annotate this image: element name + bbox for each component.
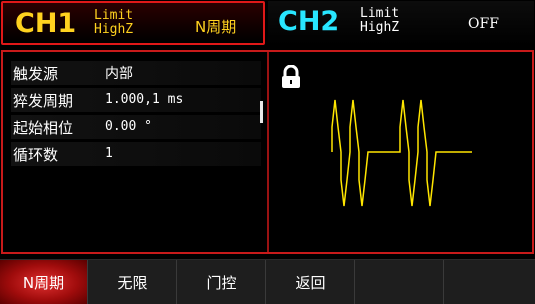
menu-item-infinite[interactable]: 无限 — [89, 260, 177, 304]
ch1-impedance-text: HighZ — [94, 22, 134, 37]
menu-item-label: 无限 — [117, 274, 148, 292]
ch1-limit-text: Limit — [94, 8, 134, 23]
param-row-cycles[interactable]: 循环数 1 — [11, 142, 261, 166]
param-label: 起始相位 — [13, 119, 74, 137]
ch2-limit-text: Limit — [360, 6, 400, 21]
param-row-burst-period[interactable]: 猝发周期 1.000,1 ms — [11, 88, 261, 112]
param-row-start-phase[interactable]: 起始相位 0.00 ° — [11, 115, 261, 139]
ch1-label: CH1 — [15, 8, 77, 39]
param-label: 猝发周期 — [13, 92, 74, 110]
burst-waveform — [331, 99, 472, 207]
menu-item-label: 门控 — [206, 274, 237, 292]
menu-item-empty-6[interactable] — [445, 260, 535, 304]
main-panel: 触发源 内部 猝发周期 1.000,1 ms 起始相位 0.00 ° 循环数 1 — [1, 50, 534, 254]
param-label: 触发源 — [13, 65, 59, 83]
waveform-trace — [331, 99, 472, 207]
menu-item-return[interactable]: 返回 — [267, 260, 355, 304]
param-row-trigger-source[interactable]: 触发源 内部 — [11, 61, 261, 85]
param-value: 0.00 ° — [105, 119, 152, 134]
menu-item-gated[interactable]: 门控 — [178, 260, 266, 304]
parameter-scrollbar[interactable] — [260, 101, 263, 123]
ch1-limit: Limit HighZ — [94, 9, 133, 37]
ch2-impedance-text: HighZ — [360, 20, 400, 35]
menu-item-label: N周期 — [22, 274, 65, 292]
softkey-menu: N周期 无限 门控 返回 — [0, 259, 535, 304]
param-value: 内部 — [105, 66, 133, 82]
param-label: 循环数 — [13, 146, 59, 164]
menu-item-label: 返回 — [295, 274, 326, 292]
ch2-status-panel[interactable]: CH2 Limit HighZ OFF — [268, 1, 534, 45]
ch2-limit: Limit HighZ — [360, 7, 399, 35]
menu-item-empty-5[interactable] — [356, 260, 444, 304]
channel-header: CH1 Limit HighZ N周期 CH2 Limit HighZ OFF — [0, 0, 535, 48]
param-value: 1.000,1 ms — [105, 92, 184, 107]
ch1-mode: N周期 — [195, 18, 237, 36]
param-value: 1 — [105, 146, 113, 161]
parameter-list: 触发源 内部 猝发周期 1.000,1 ms 起始相位 0.00 ° 循环数 1 — [11, 61, 261, 169]
menu-item-n-cycle[interactable]: N周期 — [0, 260, 88, 304]
ch1-status-panel[interactable]: CH1 Limit HighZ N周期 — [1, 1, 265, 45]
ch2-label: CH2 — [278, 6, 340, 37]
ch2-output-state: OFF — [468, 16, 499, 32]
